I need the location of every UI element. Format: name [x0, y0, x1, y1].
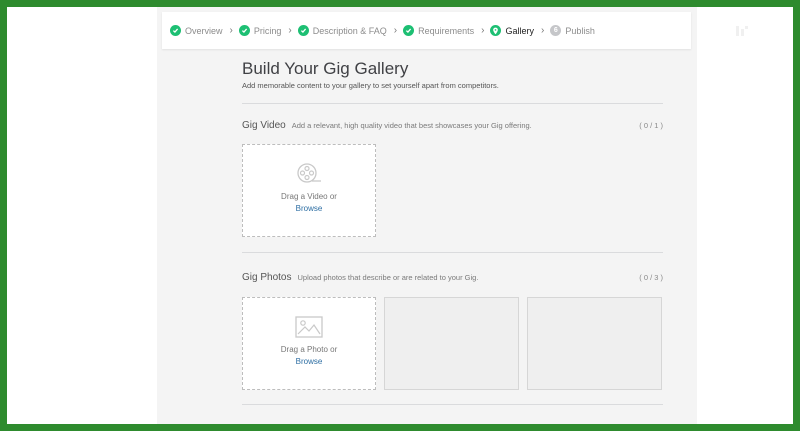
- location-pin-icon: [490, 25, 502, 36]
- film-reel-icon: [297, 163, 321, 183]
- video-section-title: Gig Video: [242, 120, 286, 131]
- chevron-right-icon: ›: [540, 25, 545, 36]
- video-drop-text: Drag a Video or: [281, 192, 337, 201]
- video-section-description: Add a relevant, high quality video that …: [291, 121, 532, 130]
- step-label: Description & FAQ: [312, 25, 387, 36]
- check-circle-icon: [403, 25, 415, 36]
- photo-section-title: Gig Photos: [242, 272, 292, 283]
- video-dropzone[interactable]: Drag a Video or Browse: [242, 144, 376, 237]
- video-section-header: Gig Video Add a relevant, high quality vi…: [242, 120, 532, 131]
- step-requirements[interactable]: Requirements: [403, 25, 474, 36]
- step-number-badge: 6: [550, 25, 562, 36]
- progress-steps-bar: Overview › Pricing › Description & FAQ ›…: [162, 12, 691, 49]
- photo-dropzone[interactable]: Drag a Photo or Browse: [242, 297, 376, 390]
- divider: [242, 103, 663, 104]
- photo-section-description: Upload photos that describe or are relat…: [297, 273, 479, 282]
- check-circle-icon: [297, 25, 309, 36]
- step-label: Pricing: [253, 25, 282, 36]
- video-counter: ( 0 / 1 ): [639, 121, 663, 130]
- photo-browse-link[interactable]: Browse: [243, 357, 375, 366]
- photo-counter: ( 0 / 3 ): [639, 273, 663, 282]
- chevron-right-icon: ›: [393, 25, 398, 36]
- check-circle-icon: [238, 25, 250, 36]
- divider: [242, 404, 663, 405]
- chevron-right-icon: ›: [288, 25, 292, 36]
- page-subtitle: Add memorable content to your gallery to…: [242, 81, 499, 90]
- photo-slot-placeholder[interactable]: [527, 297, 662, 390]
- screenshot-frame: Overview › Pricing › Description & FAQ ›…: [0, 0, 800, 431]
- image-icon: [295, 316, 323, 338]
- step-overview[interactable]: Overview: [170, 25, 223, 36]
- step-label: Gallery: [505, 25, 534, 36]
- divider: [242, 252, 663, 253]
- photo-slot-placeholder[interactable]: [384, 297, 519, 390]
- photo-section-header: Gig Photos Upload photos that describe or…: [242, 272, 478, 283]
- photo-drop-text: Drag a Photo or: [280, 345, 338, 354]
- video-browse-link[interactable]: Browse: [243, 204, 375, 213]
- step-pricing[interactable]: Pricing: [238, 25, 282, 36]
- step-label: Publish: [565, 25, 595, 36]
- step-description-faq[interactable]: Description & FAQ: [297, 25, 387, 36]
- step-publish[interactable]: 6 Publish: [550, 25, 595, 36]
- step-gallery[interactable]: Gallery: [490, 25, 534, 36]
- chevron-right-icon: ›: [229, 25, 233, 36]
- step-label: Requirements: [418, 25, 475, 36]
- logo-icon: [736, 26, 748, 36]
- chevron-right-icon: ›: [481, 25, 485, 36]
- check-circle-icon: [170, 25, 181, 36]
- page-title: Build Your Gig Gallery: [242, 59, 409, 78]
- step-label: Overview: [185, 25, 223, 36]
